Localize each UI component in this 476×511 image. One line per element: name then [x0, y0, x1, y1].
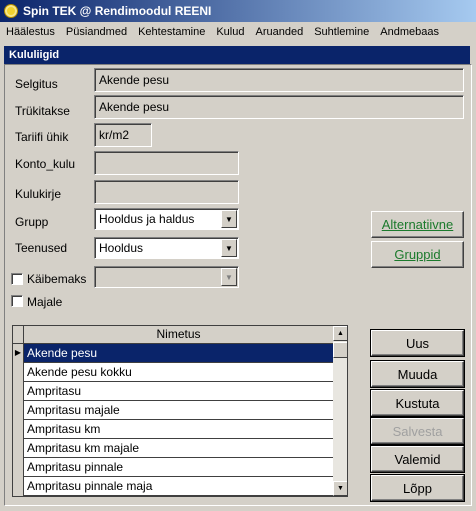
konto-kulu-field[interactable] [94, 151, 239, 175]
table-cell[interactable]: Akende pesu kokku [24, 363, 333, 381]
table-rows: ▶ Akende pesu Akende pesu kokku Ampritasu… [13, 344, 333, 496]
scroll-up-icon[interactable]: ▲ [333, 326, 347, 341]
valemid-button[interactable]: Valemid [370, 445, 465, 473]
table-cell[interactable]: Ampritasu km [24, 420, 333, 438]
table-cell[interactable]: Ampritasu majale [24, 401, 333, 419]
tariifi-uhik-field[interactable]: kr/m2 [94, 123, 152, 147]
majale-label: Majale [27, 295, 63, 309]
chevron-down-icon[interactable]: ▼ [221, 239, 237, 257]
table-row[interactable]: Ampritasu km majale [13, 439, 333, 458]
selgitus-label: Selgitus [15, 77, 58, 91]
row-indicator [13, 439, 24, 458]
menu-item-haalestus[interactable]: Häälestus [6, 26, 55, 38]
majale-checkbox[interactable] [11, 295, 23, 307]
konto-kulu-label: Konto_kulu [15, 157, 76, 171]
trukitakse-field[interactable]: Akende pesu [94, 95, 464, 119]
row-indicator [13, 458, 24, 477]
row-indicator [13, 401, 24, 420]
uus-button[interactable]: Uus [370, 329, 465, 357]
menu-item-kulud[interactable]: Kulud [216, 26, 244, 38]
title-bar: Spin TEK @ Rendimoodul REENI [0, 0, 476, 22]
teenused-select[interactable]: Hooldus ▼ [94, 237, 239, 259]
window-title: Spin TEK @ Rendimoodul REENI [23, 4, 212, 18]
kululiigid-table[interactable]: Nimetus ▶ Akende pesu Akende pesu kokku A… [12, 325, 348, 497]
teenused-label: Teenused [15, 241, 68, 255]
app-sun-icon [4, 4, 18, 18]
row-indicator [13, 420, 24, 439]
chevron-down-icon[interactable]: ▼ [221, 268, 237, 286]
menu-item-kehtestamine[interactable]: Kehtestamine [138, 26, 205, 38]
table-header: Nimetus [13, 326, 333, 344]
row-pointer-icon: ▶ [13, 344, 24, 363]
row-indicator [13, 363, 24, 382]
table-row[interactable]: Ampritasu km [13, 420, 333, 439]
kaibemaks-label: Käibemaks [27, 272, 87, 286]
menu-bar: Häälestus Püsiandmed Kehtestamine Kulud … [0, 22, 476, 42]
trukitakse-label: Trükitakse [15, 104, 70, 118]
table-cell[interactable]: Ampritasu km majale [24, 439, 333, 457]
table-row[interactable]: ▶ Akende pesu [13, 344, 333, 363]
muuda-button[interactable]: Muuda [370, 360, 465, 388]
grupp-label: Grupp [15, 215, 49, 229]
kustuta-button[interactable]: Kustuta [370, 389, 465, 417]
menu-item-suhtlemine[interactable]: Suhtlemine [314, 26, 369, 38]
menu-item-aruanded[interactable]: Aruanded [255, 26, 303, 38]
table-row[interactable]: Akende pesu kokku [13, 363, 333, 382]
kulukirje-label: Kulukirje [15, 187, 62, 201]
kaibemaks-select[interactable]: ▼ [94, 266, 239, 288]
table-cell[interactable]: Akende pesu [24, 344, 333, 362]
table-row[interactable]: Ampritasu [13, 382, 333, 401]
menu-item-pusiandmed[interactable]: Püsiandmed [66, 26, 127, 38]
gruppid-button[interactable]: Gruppid [371, 241, 464, 268]
table-row[interactable]: Ampritasu majale [13, 401, 333, 420]
row-indicator [13, 382, 24, 401]
grupp-select[interactable]: Hooldus ja haldus ▼ [94, 208, 239, 230]
table-cell[interactable]: Ampritasu pinnale [24, 458, 333, 476]
kaibemaks-checkbox[interactable] [11, 273, 23, 285]
table-cell[interactable]: Ampritasu [24, 382, 333, 400]
table-row[interactable]: Ampritasu pinnale maja [13, 477, 333, 496]
chevron-down-icon[interactable]: ▼ [221, 210, 237, 228]
table-row[interactable]: Ampritasu pinnale [13, 458, 333, 477]
alternatiivne-button[interactable]: Alternatiivne [371, 211, 464, 238]
row-indicator-header [13, 326, 24, 344]
lopp-button[interactable]: Lõpp [370, 474, 465, 502]
section-header: Kululiigid [4, 46, 470, 64]
table-cell[interactable]: Ampritasu pinnale maja [24, 477, 333, 495]
scroll-down-icon[interactable]: ▼ [333, 481, 347, 496]
salvesta-button[interactable]: Salvesta [370, 417, 465, 445]
kulukirje-field[interactable] [94, 180, 239, 204]
scroll-thumb[interactable] [333, 342, 347, 358]
tariifi-uhik-label: Tariifi ühik [15, 130, 69, 144]
selgitus-field[interactable]: Akende pesu [94, 68, 464, 92]
vertical-scrollbar[interactable]: ▲ ▼ [333, 326, 347, 496]
teenused-value: Hooldus [99, 241, 144, 255]
column-header-nimetus[interactable]: Nimetus [24, 326, 333, 344]
row-indicator [13, 477, 24, 496]
menu-item-andmebaas[interactable]: Andmebaas [380, 26, 439, 38]
grupp-value: Hooldus ja haldus [99, 212, 195, 226]
